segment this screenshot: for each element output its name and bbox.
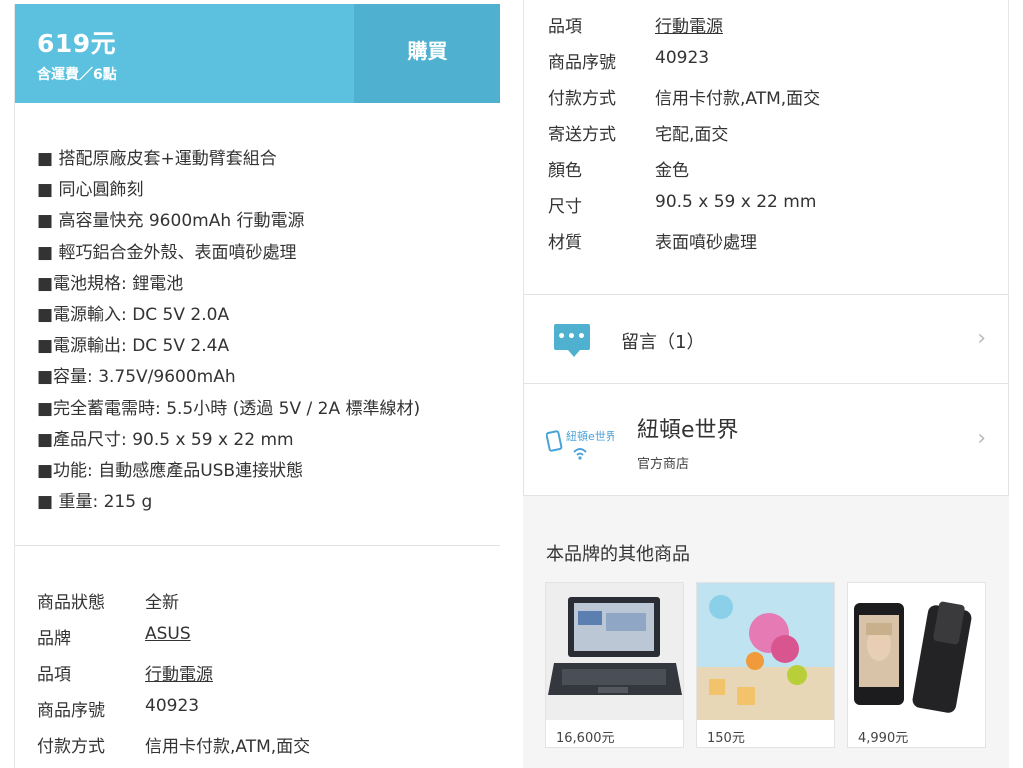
- shop-row[interactable]: 紐頓e世界 紐頓e世界 官方商店 ›: [523, 383, 1009, 496]
- feature-item: ■容量: 3.75V/9600mAh: [37, 367, 236, 388]
- spec-value: 40923: [145, 696, 200, 716]
- price-box: 619元 含運費／6點: [15, 4, 354, 103]
- spec-row-payment: 付款方式 信用卡付款,ATM,面交: [548, 84, 820, 109]
- comments-row[interactable]: ••• 留言（1） ›: [523, 294, 1009, 384]
- feature-list: ■ 搭配原廠皮套+運動臂套組合 ■ 同心圓飾刻 ■ 高容量快充 9600mAh …: [37, 144, 420, 518]
- spec-value: 90.5 x 59 x 22 mm: [655, 192, 817, 212]
- divider: [15, 545, 501, 546]
- spec-value: 表面噴砂處理: [655, 233, 757, 253]
- spec-row-size: 尺寸 90.5 x 59 x 22 mm: [548, 192, 816, 217]
- spec-value: 信用卡付款,ATM,面交: [145, 737, 311, 757]
- spec-row-payment: 付款方式 信用卡付款,ATM,面交: [37, 732, 310, 757]
- product-detail-left: 619元 含運費／6點 購買 ■ 搭配原廠皮套+運動臂套組合 ■ 同心圓飾刻 ■…: [14, 4, 502, 768]
- spec-row-category: 品項 行動電源: [548, 12, 723, 37]
- spec-label: 顏色: [548, 161, 582, 181]
- chevron-right-icon: ›: [977, 326, 986, 351]
- feature-item: ■電源輸出: DC 5V 2.4A: [37, 336, 230, 357]
- spec-row-shipping: 寄送方式 宅配,面交: [548, 120, 728, 145]
- spec-value: 金色: [655, 161, 689, 181]
- feature-item: ■產品尺寸: 90.5 x 59 x 22 mm: [37, 429, 294, 450]
- feature-item: ■完全蓄電需時: 5.5小時 (透過 5V / 2A 標準線材): [37, 398, 421, 419]
- chevron-right-icon: ›: [977, 426, 986, 451]
- spec-label: 材質: [548, 233, 582, 253]
- buy-button[interactable]: 購買: [354, 4, 501, 103]
- spec-label: 商品序號: [37, 701, 105, 721]
- product-image: [546, 583, 683, 720]
- spec-value: 信用卡付款,ATM,面交: [655, 89, 821, 109]
- feature-item: ■電池規格: 鋰電池: [37, 273, 184, 294]
- spec-label: 付款方式: [37, 737, 105, 757]
- spec-row-color: 顏色 金色: [548, 156, 689, 181]
- related-title: 本品牌的其他商品: [546, 544, 690, 565]
- buy-bar: 619元 含運費／6點 購買: [15, 4, 501, 103]
- product-price: 16,600元: [556, 731, 615, 746]
- feature-item: ■ 同心圓飾刻: [37, 180, 144, 201]
- gutter: [500, 0, 523, 768]
- related-product-card[interactable]: 16,600元: [545, 582, 684, 748]
- shop-logo: 紐頓e世界: [546, 429, 614, 460]
- category-link[interactable]: 行動電源: [145, 660, 213, 685]
- shop-name: 紐頓e世界: [637, 418, 739, 443]
- spec-value: 40923: [655, 48, 710, 68]
- spec-value: 全新: [145, 593, 179, 613]
- spec-label: 商品狀態: [37, 593, 105, 613]
- category-link[interactable]: 行動電源: [655, 12, 723, 37]
- spec-row-serial: 商品序號 40923: [37, 696, 199, 721]
- spec-label: 付款方式: [548, 89, 616, 109]
- spec-label: 品項: [548, 17, 582, 37]
- feature-item: ■功能: 自動感應產品USB連接狀態: [37, 461, 304, 482]
- comments-label: 留言（1）: [621, 332, 705, 353]
- comment-dots-icon: •••: [554, 324, 590, 357]
- product-image: [848, 583, 985, 720]
- spec-row-serial: 商品序號 40923: [548, 48, 709, 73]
- spec-label: 品牌: [37, 629, 71, 649]
- spec-row-category: 品項 行動電源: [37, 660, 213, 685]
- spec-row-material: 材質 表面噴砂處理: [548, 228, 757, 253]
- brand-link[interactable]: ASUS: [145, 624, 191, 649]
- product-image: [697, 583, 834, 720]
- related-product-card[interactable]: 150元: [696, 582, 835, 748]
- feature-item: ■ 高容量快充 9600mAh 行動電源: [37, 211, 305, 232]
- feature-item: ■電源輸入: DC 5V 2.0A: [37, 305, 230, 326]
- feature-item: ■ 搭配原廠皮套+運動臂套組合: [37, 149, 277, 169]
- spec-label: 寄送方式: [548, 125, 616, 145]
- spec-label: 商品序號: [548, 53, 616, 73]
- related-product-card[interactable]: 4,990元: [847, 582, 986, 748]
- feature-item: ■ 重量: 215 g: [37, 492, 153, 513]
- shop-type: 官方商店: [637, 457, 690, 472]
- product-price: 4,990元: [858, 731, 909, 746]
- spec-row-condition: 商品狀態 全新: [37, 588, 179, 613]
- product-detail-right: 品項 行動電源 商品序號 40923 付款方式 信用卡付款,ATM,面交 寄送方…: [523, 0, 1009, 768]
- product-price: 150元: [707, 731, 745, 746]
- spec-section: 品項 行動電源 商品序號 40923 付款方式 信用卡付款,ATM,面交 寄送方…: [523, 0, 1009, 294]
- price-note: 含運費／6點: [37, 67, 117, 83]
- spec-value: 宅配,面交: [655, 125, 729, 145]
- shop-logo-text: 紐頓e世界: [566, 429, 614, 443]
- spec-row-brand: 品牌 ASUS: [37, 624, 191, 649]
- feature-item: ■ 輕巧鋁合金外殼、表面噴砂處理: [37, 242, 297, 263]
- price: 619元: [37, 29, 117, 58]
- spec-label: 品項: [37, 665, 71, 685]
- spec-label: 尺寸: [548, 197, 582, 217]
